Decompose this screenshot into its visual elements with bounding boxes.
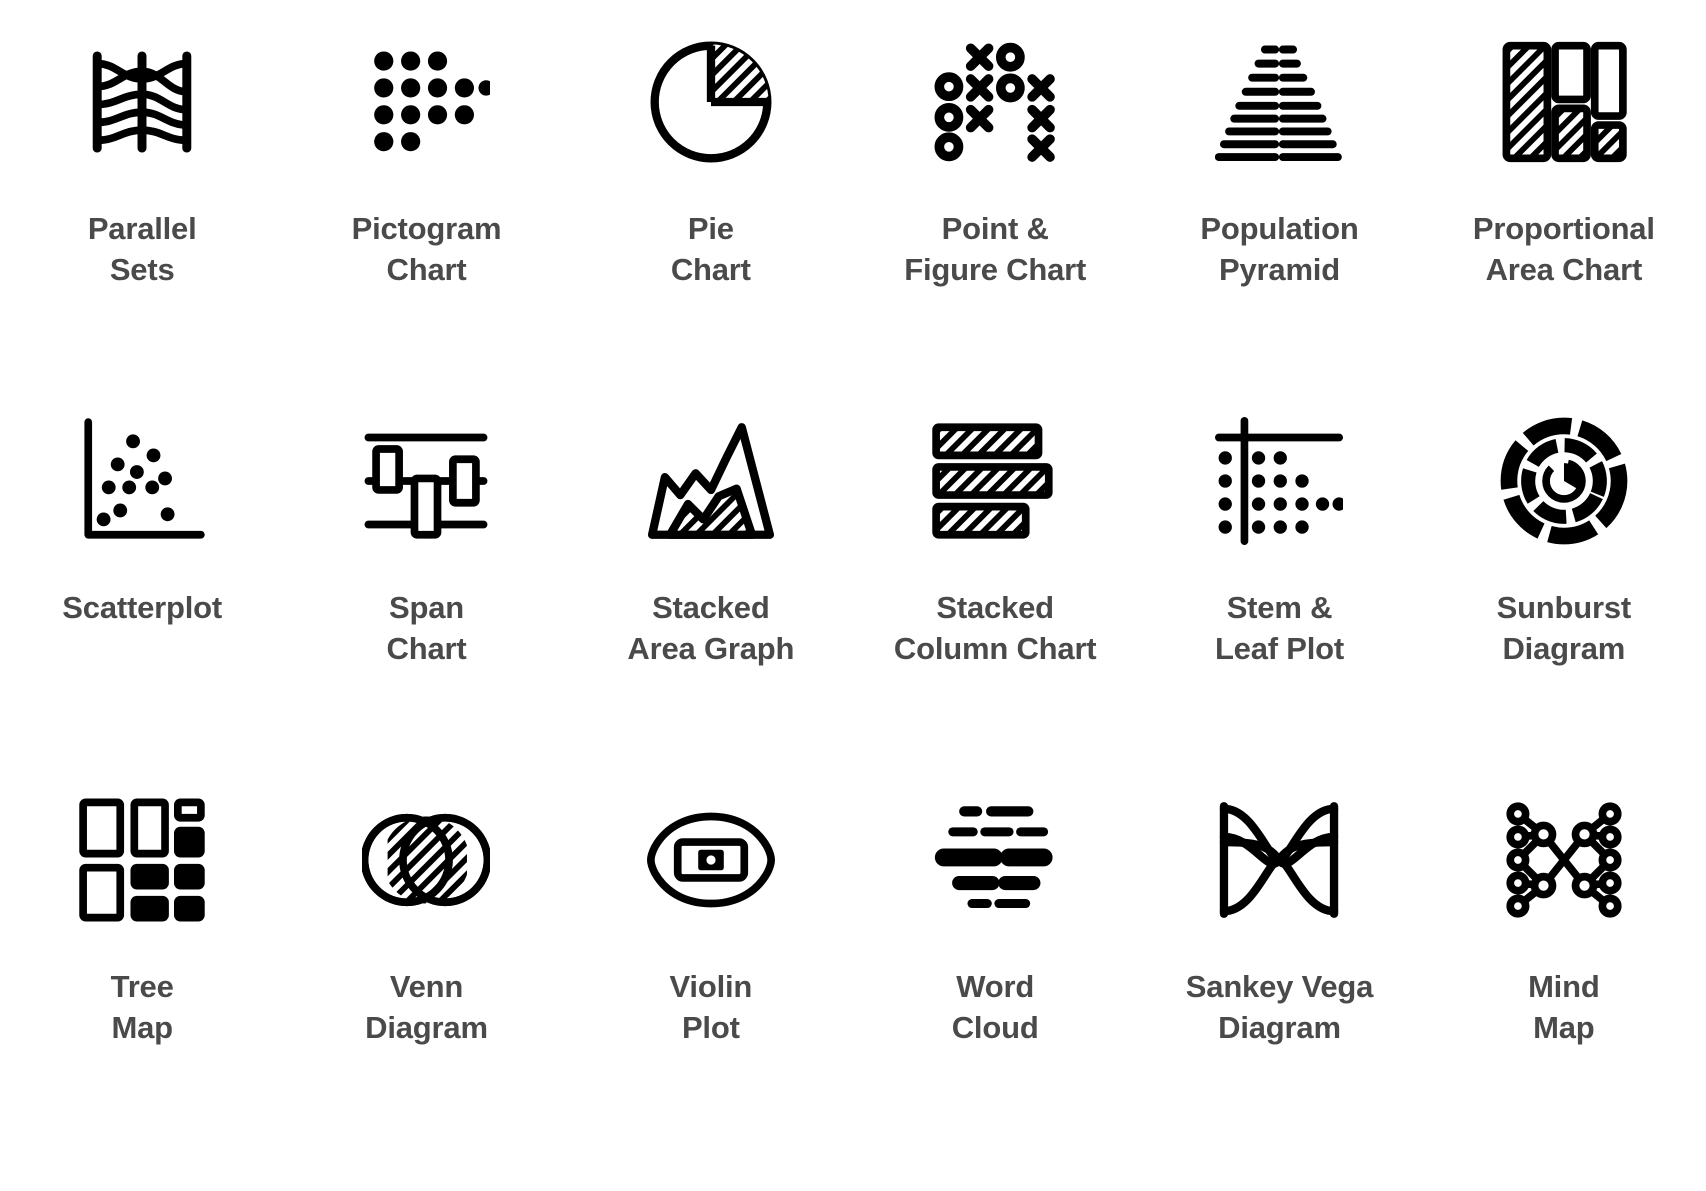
icon-label-line2: Figure Chart	[904, 252, 1087, 288]
icon-cell-pictogram-chart[interactable]: Pictogram Chart	[284, 10, 568, 389]
pie-chart-icon	[631, 22, 791, 182]
icon-label-line1: Sunburst	[1496, 590, 1632, 625]
icon-label-line1: Span	[388, 590, 464, 625]
icon-label-line2: Chart	[670, 252, 751, 288]
icon-label-line1: Pictogram	[351, 211, 502, 246]
icon-label-line2: Diagram	[1502, 631, 1626, 667]
icon-label: Population Pyramid	[1200, 208, 1358, 290]
icon-label-line2: Area Chart	[1485, 252, 1643, 288]
icon-cell-violin-plot[interactable]: Violin Plot	[569, 768, 853, 1147]
icon-label-line1: Point &	[941, 211, 1049, 246]
icon-cell-span-chart[interactable]: Span Chart	[284, 389, 568, 768]
icon-label: Sankey Vega Diagram	[1185, 966, 1374, 1048]
tree-map-icon	[62, 780, 222, 940]
icon-cell-word-cloud[interactable]: Word Cloud	[853, 768, 1137, 1147]
icon-label-line2: Chart	[386, 252, 467, 288]
icon-cell-stem-and-leaf-plot[interactable]: Stem & Leaf Plot	[1137, 389, 1421, 768]
icon-label-line1: Tree	[110, 969, 174, 1004]
icon-label: Proportional Area Chart	[1473, 208, 1655, 290]
word-cloud-icon	[915, 780, 1075, 940]
icon-cell-population-pyramid[interactable]: Population Pyramid	[1137, 10, 1421, 389]
icon-label: Sunburst Diagram	[1496, 587, 1632, 669]
icon-cell-point-and-figure-chart[interactable]: Point & Figure Chart	[853, 10, 1137, 389]
span-chart-icon	[346, 401, 506, 561]
icon-label: Scatterplot	[62, 587, 222, 628]
icon-label-line1: Venn	[389, 969, 464, 1004]
icon-label-line2: Column Chart	[893, 631, 1097, 667]
violin-plot-icon	[631, 780, 791, 940]
icon-label: Stacked Column Chart	[894, 587, 1097, 669]
icon-label-line1: Population	[1200, 211, 1359, 246]
icon-label: Tree Map	[111, 966, 174, 1048]
icon-label: Word Cloud	[952, 966, 1039, 1048]
icon-label: Point & Figure Chart	[904, 208, 1086, 290]
icon-label: Venn Diagram	[365, 966, 488, 1048]
icon-label-line2: Map	[111, 1010, 173, 1046]
icon-label: Stem & Leaf Plot	[1215, 587, 1344, 669]
sunburst-diagram-icon	[1484, 401, 1644, 561]
icon-label-line1: Stacked	[936, 590, 1054, 625]
icon-label-line1: Violin	[669, 969, 753, 1004]
icon-label-line2: Sets	[109, 252, 175, 288]
icon-label-line2: Diagram	[1218, 1010, 1341, 1046]
stacked-area-graph-icon	[631, 401, 791, 561]
mind-map-icon	[1484, 780, 1644, 940]
icon-label-line1: Parallel	[87, 211, 197, 246]
icon-label: Pictogram Chart	[352, 208, 502, 290]
icon-cell-sunburst-diagram[interactable]: Sunburst Diagram	[1422, 389, 1706, 768]
icon-label-line2: Cloud	[951, 1010, 1039, 1046]
icon-label-line1: Mind	[1528, 969, 1600, 1004]
icon-label-line1: Proportional	[1472, 211, 1655, 246]
stem-and-leaf-plot-icon	[1199, 401, 1359, 561]
icon-cell-pie-chart[interactable]: Pie Chart	[569, 10, 853, 389]
venn-diagram-icon	[346, 780, 506, 940]
icon-label-line1: Stem &	[1226, 590, 1333, 625]
icon-cell-parallel-sets[interactable]: Parallel Sets	[0, 10, 284, 389]
population-pyramid-icon	[1199, 22, 1359, 182]
icon-cell-scatterplot[interactable]: Scatterplot	[0, 389, 284, 768]
icon-cell-stacked-area-graph[interactable]: Stacked Area Graph	[569, 389, 853, 768]
icon-cell-proportional-area-chart[interactable]: Proportional Area Chart	[1422, 10, 1706, 389]
icon-label-line2: Diagram	[365, 1010, 488, 1046]
icon-cell-tree-map[interactable]: Tree Map	[0, 768, 284, 1147]
icon-label-line2: Leaf Plot	[1214, 631, 1345, 667]
icon-label-line2: Plot	[681, 1010, 740, 1046]
icon-label: Stacked Area Graph	[627, 587, 794, 669]
point-and-figure-chart-icon	[915, 22, 1075, 182]
icon-label-line1: Stacked	[652, 590, 770, 625]
icon-cell-venn-diagram[interactable]: Venn Diagram	[284, 768, 568, 1147]
icon-cell-mind-map[interactable]: Mind Map	[1422, 768, 1706, 1147]
icon-label-line2: Map	[1533, 1010, 1595, 1046]
icon-label-line1: Word	[956, 969, 1035, 1004]
icon-cell-sankey-vega-diagram[interactable]: Sankey Vega Diagram	[1137, 768, 1421, 1147]
icon-cell-stacked-column-chart[interactable]: Stacked Column Chart	[853, 389, 1137, 768]
pictogram-chart-icon	[346, 22, 506, 182]
icon-label: Mind Map	[1528, 966, 1600, 1048]
icon-label-line2: Pyramid	[1219, 252, 1340, 288]
parallel-sets-icon	[62, 22, 222, 182]
icon-label-line1: Pie	[687, 211, 734, 246]
chart-type-icon-grid: Parallel Sets Pictogram Chart Pie Chart …	[0, 0, 1706, 1137]
icon-label-line2: Area Graph	[627, 631, 795, 667]
icon-label: Parallel Sets	[88, 208, 197, 290]
icon-label: Pie Chart	[671, 208, 751, 290]
sankey-vega-diagram-icon	[1199, 780, 1359, 940]
icon-label-line2: Chart	[386, 631, 467, 667]
icon-label: Violin Plot	[670, 966, 753, 1048]
scatterplot-icon	[62, 401, 222, 561]
icon-label-line1: Scatterplot	[62, 590, 223, 625]
icon-label-line1: Sankey Vega	[1185, 969, 1374, 1004]
icon-label: Span Chart	[387, 587, 467, 669]
proportional-area-chart-icon	[1484, 22, 1644, 182]
stacked-column-chart-icon	[915, 401, 1075, 561]
